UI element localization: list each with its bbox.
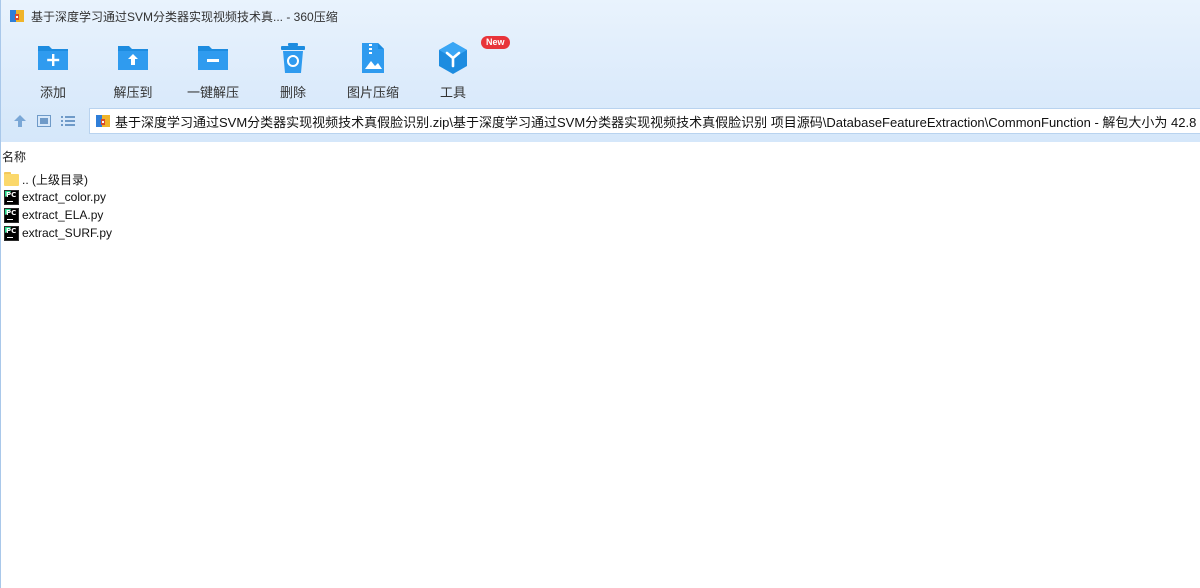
- header-area: 基于深度学习通过SVM分类器实现视频技术真... - 360压缩 添加 解压到 …: [1, 0, 1200, 142]
- address-path: 基于深度学习通过SVM分类器实现视频技术真假脸识别.zip\基于深度学习通过SV…: [115, 114, 1200, 130]
- add-folder-icon: [35, 40, 71, 76]
- extract-to-icon: [115, 40, 151, 76]
- list-item-parent-folder[interactable]: .. (上级目录): [4, 170, 112, 188]
- trash-icon: [275, 40, 311, 76]
- file-name: .. (上级目录): [22, 172, 88, 187]
- thumbnail-view-button[interactable]: [33, 110, 55, 132]
- delete-button[interactable]: 删除: [253, 36, 333, 102]
- file-name: extract_color.py: [22, 190, 107, 204]
- app-window: 基于深度学习通过SVM分类器实现视频技术真... - 360压缩 添加 解压到 …: [0, 0, 1200, 588]
- tools-label: 工具: [439, 85, 466, 100]
- folder-icon: [4, 171, 19, 187]
- image-compress-icon: [355, 40, 391, 76]
- one-click-extract-icon: [195, 40, 231, 76]
- address-bar[interactable]: 基于深度学习通过SVM分类器实现视频技术真假脸识别.zip\基于深度学习通过SV…: [89, 108, 1200, 134]
- add-button[interactable]: 添加: [13, 36, 93, 102]
- file-list: 名称 .. (上级目录) PC extract_color.py PC extr…: [1, 142, 1200, 588]
- go-up-button[interactable]: [9, 110, 31, 132]
- image-compress-button[interactable]: 图片压缩: [333, 36, 413, 102]
- tools-button[interactable]: New 工具: [413, 36, 510, 102]
- extract-to-button[interactable]: 解压到: [93, 36, 173, 102]
- column-header-name[interactable]: 名称: [2, 148, 26, 165]
- thumbnail-view-icon: [37, 115, 51, 127]
- toolbar: 添加 解压到 一键解压 删除 图片压缩 New 工具: [13, 36, 510, 102]
- arrow-up-icon: [14, 115, 26, 127]
- file-rows: .. (上级目录) PC extract_color.py PC extract…: [4, 170, 112, 242]
- pycharm-file-icon: PC: [4, 189, 20, 206]
- file-name: extract_ELA.py: [22, 208, 104, 222]
- pycharm-file-icon: PC: [4, 225, 20, 242]
- list-view-button[interactable]: [57, 110, 79, 132]
- title-bar: 基于深度学习通过SVM分类器实现视频技术真... - 360压缩: [1, 0, 1200, 32]
- list-item[interactable]: PC extract_SURF.py: [4, 224, 112, 242]
- list-view-icon: [61, 116, 75, 126]
- app-logo-icon: [9, 8, 25, 24]
- list-item[interactable]: PC extract_color.py: [4, 188, 112, 206]
- one-click-extract-label: 一键解压: [186, 85, 239, 100]
- pycharm-file-icon: PC: [4, 207, 20, 224]
- extract-to-label: 解压到: [113, 85, 153, 100]
- file-name: extract_SURF.py: [22, 226, 113, 240]
- list-item[interactable]: PC extract_ELA.py: [4, 206, 112, 224]
- new-badge: New: [481, 36, 510, 49]
- image-compress-label: 图片压缩: [346, 85, 399, 100]
- archive-icon: [95, 113, 111, 129]
- window-title: 基于深度学习通过SVM分类器实现视频技术真... - 360压缩: [31, 9, 338, 24]
- delete-label: 删除: [279, 85, 306, 100]
- add-label: 添加: [39, 85, 66, 100]
- one-click-extract-button[interactable]: 一键解压: [173, 36, 253, 102]
- tools-cube-icon: New: [435, 36, 510, 76]
- address-row: 基于深度学习通过SVM分类器实现视频技术真假脸识别.zip\基于深度学习通过SV…: [1, 106, 1200, 136]
